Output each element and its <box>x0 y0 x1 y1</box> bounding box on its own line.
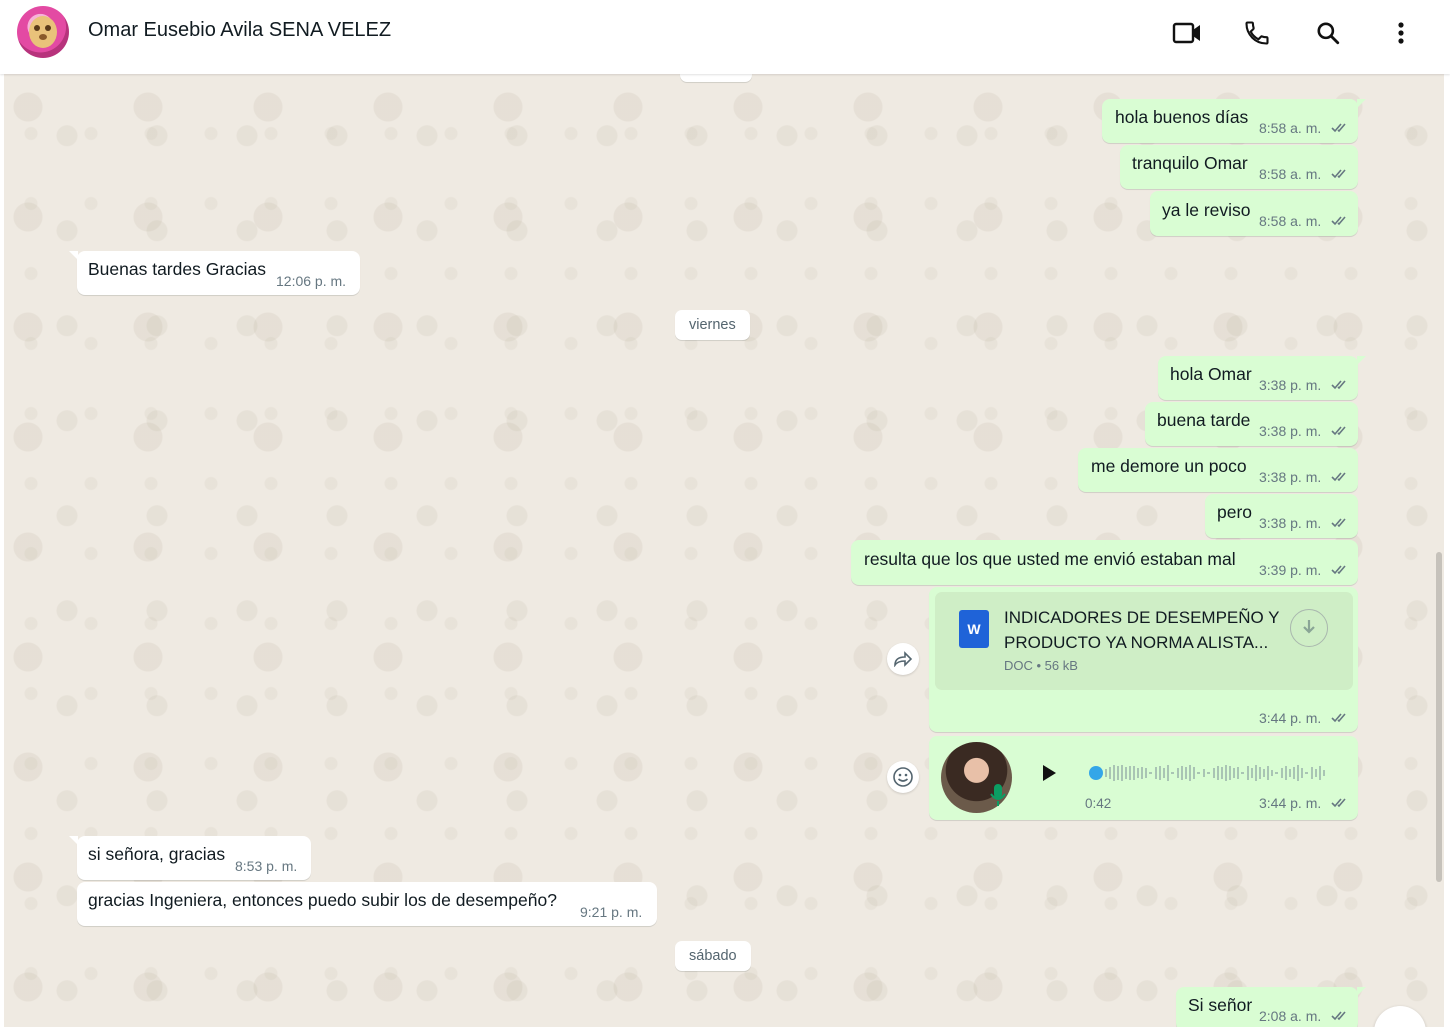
message-time: 3:38 p. m. <box>1259 423 1322 439</box>
double-check-icon <box>1331 798 1346 808</box>
message-incoming[interactable]: gracias Ingeniera, entonces puedo subir … <box>77 882 657 926</box>
message-outgoing[interactable]: pero 3:38 p. m. <box>1205 494 1358 538</box>
message-text: hola Omar <box>1170 364 1252 384</box>
message-time: 8:53 p. m. <box>235 858 298 874</box>
document-message[interactable]: W INDICADORES DE DESEMPEÑO Y PRODUCTO YA… <box>929 587 1358 732</box>
play-icon <box>1043 765 1056 781</box>
message-time: 3:44 p. m. <box>1259 795 1322 811</box>
document-title: INDICADORES DE DESEMPEÑO Y PRODUCTO YA N… <box>1004 608 1280 652</box>
word-file-icon: W <box>959 610 989 648</box>
double-check-icon <box>1331 123 1346 133</box>
chat-header: Omar Eusebio Avila SENA VELEZ <box>0 0 1450 74</box>
message-time: 3:38 p. m. <box>1259 469 1322 485</box>
message-text: ya le reviso <box>1162 200 1251 220</box>
message-outgoing[interactable]: me demore un poco 3:38 p. m. <box>1078 448 1358 492</box>
microphone-icon <box>989 782 1007 808</box>
double-check-icon <box>1331 1011 1346 1021</box>
message-outgoing[interactable]: resulta que los que usted me envió estab… <box>851 540 1358 585</box>
message-outgoing[interactable]: ya le reviso 8:58 a. m. <box>1150 191 1358 236</box>
message-outgoing[interactable]: hola Omar 3:38 p. m. <box>1158 356 1366 400</box>
forward-icon <box>894 651 913 667</box>
message-time: 3:39 p. m. <box>1259 562 1322 578</box>
message-text: hola buenos días <box>1115 107 1249 127</box>
message-text: gracias Ingeniera, entonces puedo subir … <box>88 890 557 910</box>
contact-avatar[interactable] <box>17 6 69 58</box>
double-check-icon <box>1331 169 1346 179</box>
message-time: 8:58 a. m. <box>1259 120 1322 136</box>
message-text: tranquilo Omar <box>1132 153 1248 173</box>
download-icon <box>1303 620 1315 634</box>
audio-duration: 0:42 <box>1085 796 1112 811</box>
message-incoming[interactable]: Buenas tardes Gracias 12:06 p. m. <box>69 251 360 295</box>
audio-waveform[interactable] <box>1089 764 1329 782</box>
message-outgoing[interactable]: Si señor 2:08 a. m. <box>1176 987 1366 1027</box>
menu-icon[interactable] <box>1384 16 1418 50</box>
message-outgoing[interactable]: hola buenos días 8:58 a. m. <box>1102 99 1366 143</box>
voice-message[interactable]: 0:42 3:44 p. m. <box>929 736 1358 820</box>
document-meta: DOC • 56 kB <box>1004 658 1078 673</box>
double-check-icon <box>1331 565 1346 575</box>
message-text: me demore un poco <box>1091 456 1247 476</box>
message-time: 12:06 p. m. <box>276 273 347 289</box>
date-chip-partial <box>680 74 752 82</box>
scrollbar[interactable] <box>1436 552 1442 882</box>
double-check-icon <box>1331 216 1346 226</box>
message-text: Si señor <box>1188 995 1253 1015</box>
voice-call-icon[interactable] <box>1240 16 1274 50</box>
message-time: 3:38 p. m. <box>1259 515 1322 531</box>
double-check-icon <box>1331 518 1346 528</box>
document-card[interactable]: W INDICADORES DE DESEMPEÑO Y PRODUCTO YA… <box>935 592 1353 690</box>
scroll-down-button[interactable] <box>1374 1006 1426 1027</box>
message-time: 3:44 p. m. <box>1259 710 1322 726</box>
message-time: 8:58 a. m. <box>1259 166 1322 182</box>
message-outgoing[interactable]: buena tarde 3:38 p. m. <box>1145 402 1358 446</box>
double-check-icon <box>1331 380 1346 390</box>
download-button[interactable] <box>1290 609 1328 647</box>
emoji-icon <box>893 767 913 787</box>
video-call-icon[interactable] <box>1170 16 1204 50</box>
message-time: 3:38 p. m. <box>1259 377 1322 393</box>
message-time: 2:08 a. m. <box>1259 1008 1322 1024</box>
contact-name[interactable]: Omar Eusebio Avila SENA VELEZ <box>88 19 391 42</box>
message-text: buena tarde <box>1157 410 1251 430</box>
double-check-icon <box>1331 472 1346 482</box>
message-text: resulta que los que usted me envió estab… <box>864 549 1236 569</box>
double-check-icon <box>1331 713 1346 723</box>
message-time: 9:21 p. m. <box>580 904 643 920</box>
date-chip: sábado <box>675 941 751 971</box>
search-icon[interactable] <box>1311 16 1345 50</box>
date-chip: viernes <box>675 310 750 340</box>
message-text: si señora, gracias <box>88 844 226 864</box>
reaction-button[interactable] <box>887 761 919 793</box>
chat-area[interactable]: hola buenos días 8:58 a. m. tranquilo Om… <box>4 74 1444 1027</box>
message-incoming[interactable]: si señora, gracias 8:53 p. m. <box>69 836 311 880</box>
play-button[interactable] <box>1039 762 1059 784</box>
double-check-icon <box>1331 426 1346 436</box>
message-text: pero <box>1217 502 1253 522</box>
message-outgoing[interactable]: tranquilo Omar 8:58 a. m. <box>1120 145 1358 189</box>
message-time: 8:58 a. m. <box>1259 213 1322 229</box>
message-text: Buenas tardes Gracias <box>88 259 267 279</box>
forward-button[interactable] <box>887 643 919 675</box>
